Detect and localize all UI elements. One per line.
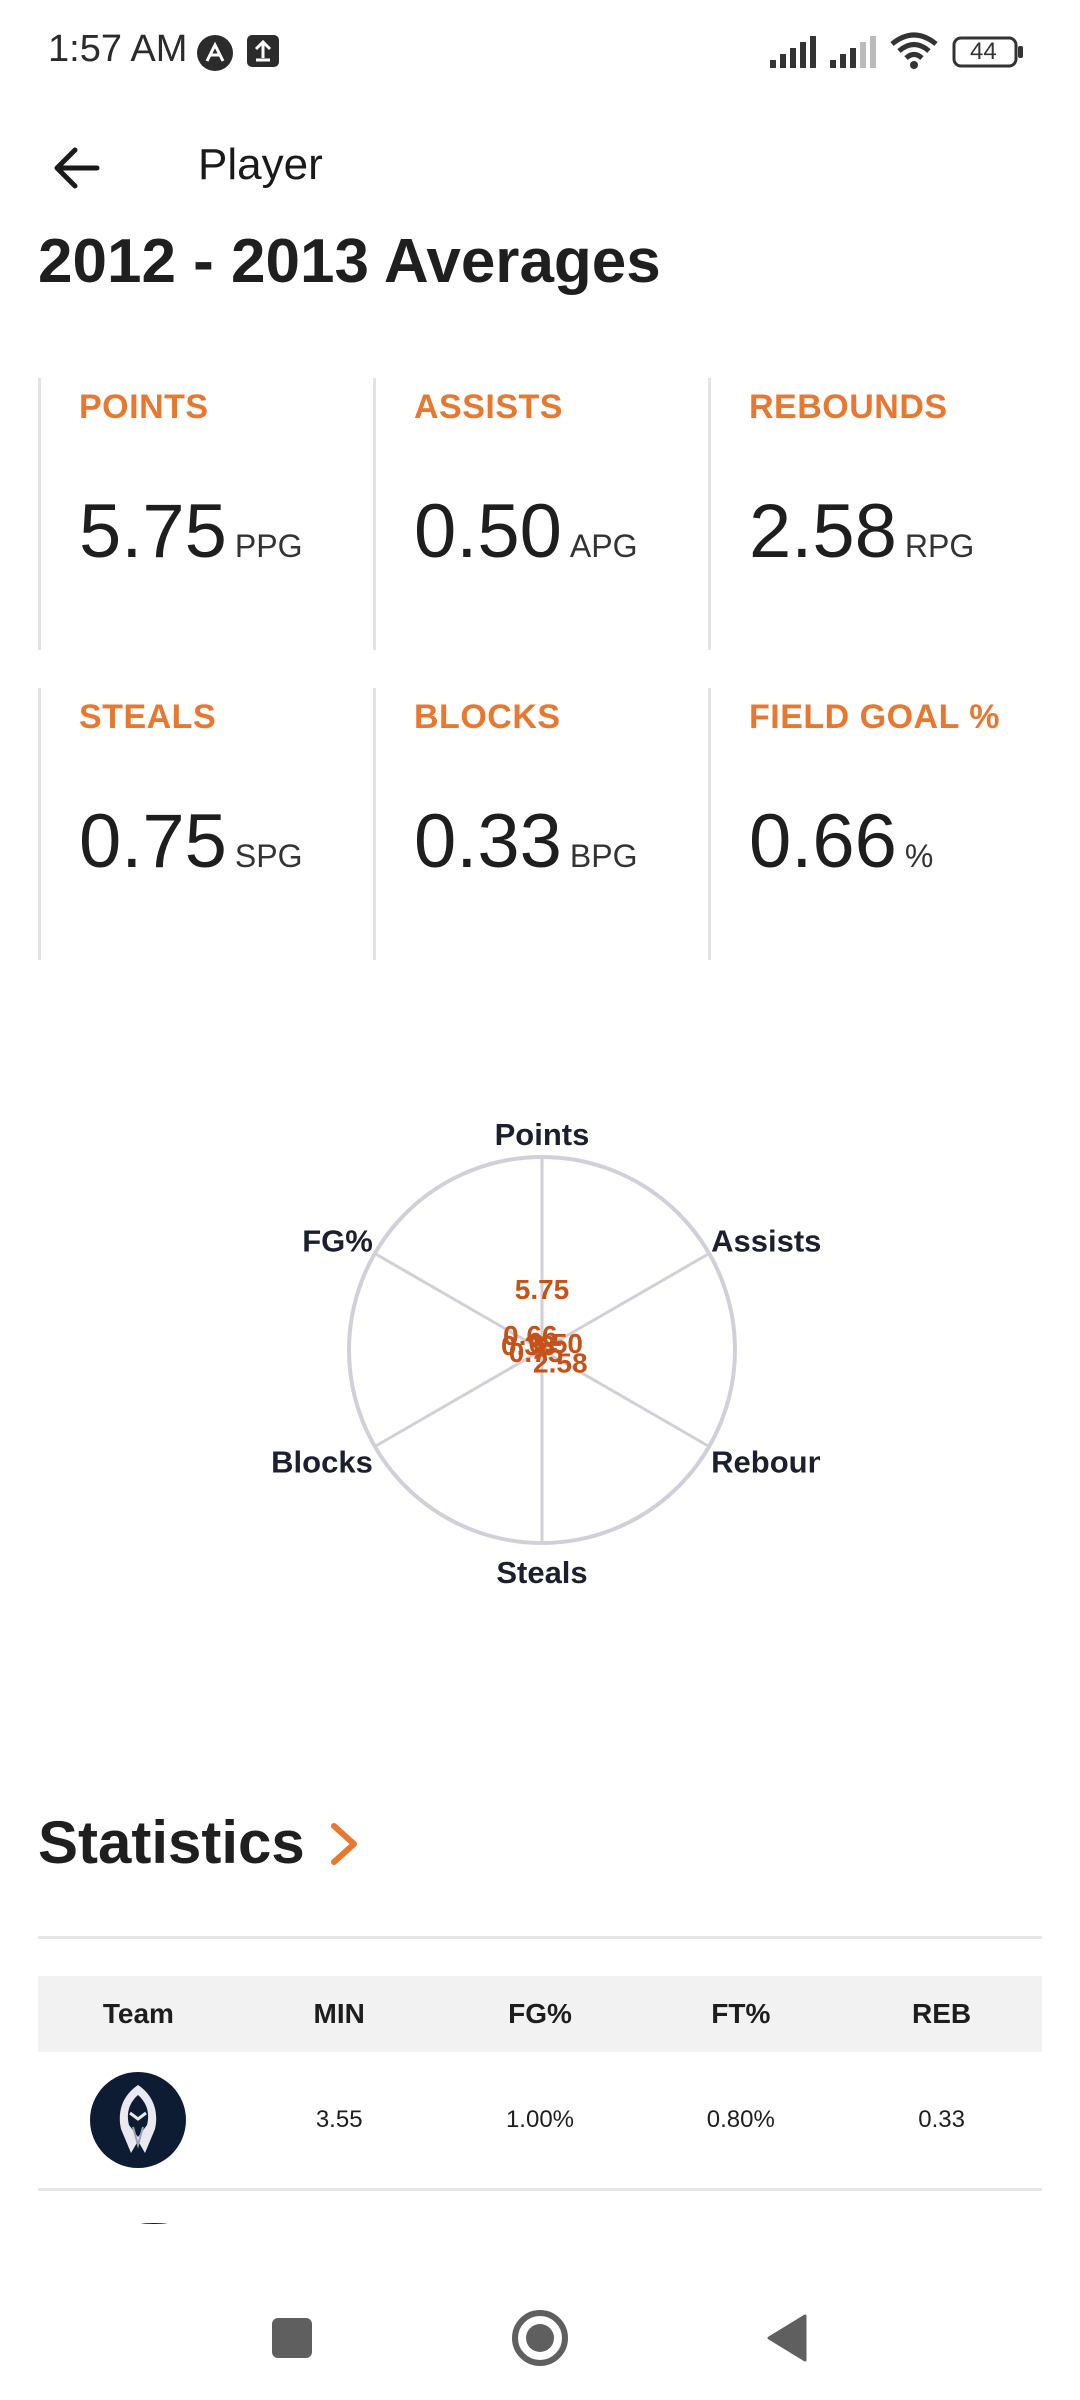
- column-header: REB: [912, 1998, 972, 2029]
- back-nav-button[interactable]: [748, 2300, 828, 2380]
- stat-value: 0.75: [79, 799, 227, 884]
- a-logo-icon: [196, 34, 234, 77]
- stat-card-rebounds: REBOUNDS 2.58 RPG: [708, 378, 1045, 650]
- column-header: FT%: [711, 1998, 771, 2029]
- fg-cell: 1.00%: [505, 2106, 575, 2133]
- column-header: Team: [102, 1998, 174, 2029]
- home-button[interactable]: [500, 2300, 580, 2380]
- appbar-title: Player: [198, 140, 323, 189]
- radar-chart-container: 5.75 0.50 2.58 0.75 0.33 0.66 Points Assists Reb…: [260, 1110, 826, 1610]
- table-row-partial: [38, 2214, 1042, 2224]
- stat-unit: RPG: [904, 528, 975, 564]
- wifi-icon: [890, 32, 938, 75]
- column-header: MIN: [313, 1998, 365, 2029]
- signal-icon: [830, 36, 880, 73]
- arrow-left-icon: [51, 146, 101, 195]
- stat-unit: %: [904, 838, 934, 874]
- stat-card-points: POINTS 5.75 PPG: [38, 378, 375, 650]
- signal-icon: [770, 36, 820, 73]
- stat-card-blocks: BLOCKS 0.33 BPG: [373, 688, 710, 960]
- app-bar: Player: [0, 120, 1080, 220]
- column-header: FG%: [508, 1998, 572, 2029]
- stat-card-field-goal: FIELD GOAL % 0.66%: [708, 688, 1045, 960]
- stat-unit: PPG: [234, 528, 303, 564]
- stat-label: FIELD GOAL %: [749, 698, 1000, 736]
- radar-chart: 5.750.502.580.750.330.66PointsAssistsReb…: [271, 1117, 826, 1590]
- stat-label: ASSISTS: [414, 388, 563, 426]
- statistics-table: Team MIN FG% FT% REB 3.55 1.00% 0.80% 0.…: [38, 1976, 1042, 2191]
- stat-value: 5.75: [79, 489, 227, 574]
- radar-axis-label: Blocks: [271, 1445, 373, 1480]
- radar-value-label: 0.66: [503, 1320, 558, 1351]
- system-nav-bar: [0, 2270, 1080, 2400]
- min-cell: 3.55: [315, 2106, 363, 2133]
- back-button[interactable]: [40, 138, 112, 202]
- team-logo-icon: [90, 2072, 187, 2168]
- stat-unit: BPG: [569, 838, 638, 874]
- status-bar: 1:57 AM 44: [0, 0, 1080, 100]
- page-title: 2012 - 2013 Averages: [38, 227, 661, 296]
- chevron-right-icon[interactable]: [326, 1820, 362, 1868]
- stat-label: POINTS: [79, 388, 209, 426]
- statistics-title[interactable]: Statistics: [38, 1808, 305, 1877]
- stat-label: BLOCKS: [414, 698, 561, 736]
- radar-axis-label: FG%: [302, 1224, 373, 1259]
- stat-unit: SPG: [234, 838, 303, 874]
- stat-value: 0.33: [414, 799, 562, 884]
- status-time: 1:57 AM: [48, 28, 188, 70]
- radar-axis-label: Steals: [496, 1555, 587, 1590]
- stat-value: 0.66: [749, 799, 897, 884]
- home-circle-icon: [510, 2308, 570, 2373]
- stat-value: 0.50: [414, 489, 562, 574]
- recents-button[interactable]: [252, 2300, 332, 2380]
- stat-label: STEALS: [79, 698, 217, 736]
- ft-cell: 0.80%: [706, 2106, 775, 2133]
- table-row[interactable]: 3.55 1.00% 0.80% 0.33: [38, 2052, 1042, 2191]
- divider: [38, 1936, 1042, 1939]
- radar-axis-label: Assists: [711, 1224, 820, 1259]
- back-triangle-icon: [765, 2313, 811, 2368]
- upload-notification-icon: [246, 34, 280, 73]
- stat-unit: APG: [569, 528, 638, 564]
- stat-value: 2.58: [749, 489, 897, 574]
- reb-cell: 0.33: [918, 2106, 965, 2133]
- radar-value-label: 5.75: [515, 1274, 570, 1305]
- radar-axis-label: Points: [495, 1117, 590, 1152]
- stat-label: REBOUNDS: [749, 388, 948, 426]
- table-header: Team MIN FG% FT% REB: [38, 1976, 1042, 2052]
- team-cell: [38, 2072, 239, 2168]
- stat-card-assists: ASSISTS 0.50 APG: [373, 378, 710, 650]
- stat-card-steals: STEALS 0.75 SPG: [38, 688, 375, 960]
- radar-axis-label: Reboun: [711, 1445, 820, 1480]
- recents-square-icon: [270, 2316, 314, 2365]
- battery-level: 44: [970, 38, 997, 65]
